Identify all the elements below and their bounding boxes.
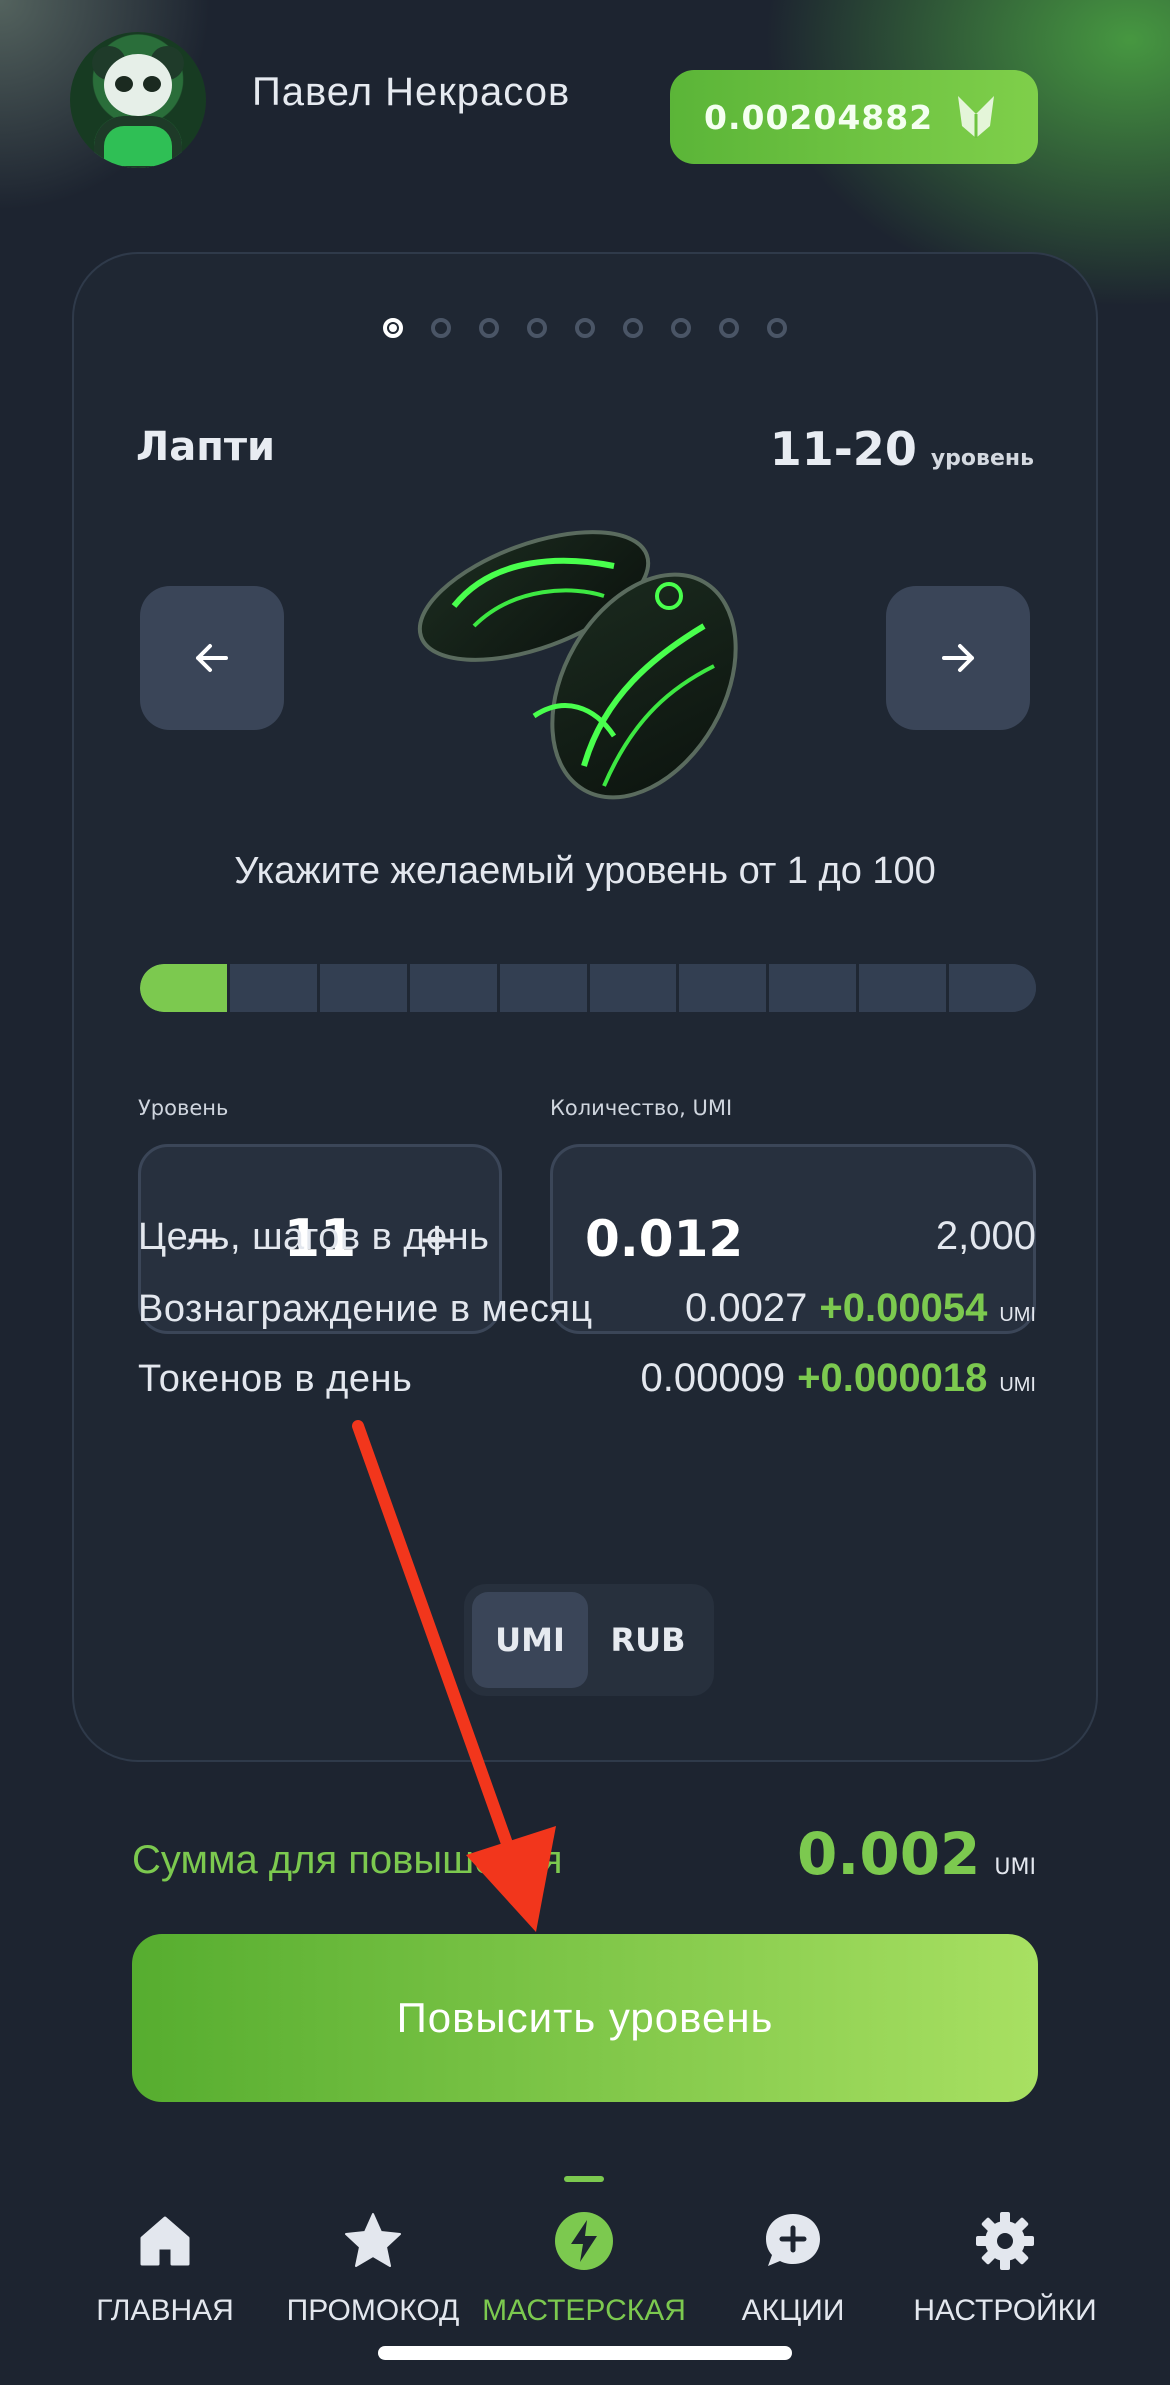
- stat-tokens-bonus: +0.000018: [797, 1356, 988, 1400]
- avatar-eye-right: [143, 76, 161, 92]
- star-icon: [345, 2213, 401, 2267]
- app-screen: Павел Некрасов 0.00204882 Лапти 11-20 ур…: [0, 0, 1170, 2385]
- quantity-field-label: Количество, UMI: [550, 1096, 733, 1120]
- pagination-dot[interactable]: [623, 318, 643, 338]
- pagination-dot[interactable]: [671, 318, 691, 338]
- nav-item-workshop[interactable]: МАСТЕРСКАЯ: [479, 2210, 689, 2328]
- currency-toggle: UMI RUB: [464, 1584, 714, 1696]
- level-range-value: 11-20: [769, 422, 917, 476]
- level-field-label: Уровень: [138, 1096, 229, 1120]
- pagination-dot[interactable]: [575, 318, 595, 338]
- home-indicator[interactable]: [378, 2346, 792, 2360]
- level-bar-segment[interactable]: [229, 964, 320, 1012]
- stat-monthly: Вознаграждение в месяц 0.0027 +0.00054 U…: [138, 1286, 1036, 1331]
- arrow-left-icon: [196, 644, 228, 672]
- level-bar-segment[interactable]: [409, 964, 500, 1012]
- item-image-lapti: [417, 530, 738, 800]
- upgrade-level-button[interactable]: Повысить уровень: [132, 1934, 1038, 2102]
- balance-pill[interactable]: 0.00204882: [670, 70, 1038, 164]
- currency-rub-button[interactable]: RUB: [598, 1592, 698, 1688]
- item-name: Лапти: [136, 424, 276, 470]
- pagination-dot[interactable]: [383, 318, 403, 338]
- stat-tokens-value-wrap: 0.00009 +0.000018 UMI: [641, 1356, 1036, 1401]
- stat-tokens-unit: UMI: [999, 1374, 1036, 1396]
- stat-tokens-value: 0.00009: [640, 1356, 786, 1400]
- level-bar-segment[interactable]: [499, 964, 590, 1012]
- pagination-dot[interactable]: [527, 318, 547, 338]
- arrow-right-icon: [942, 644, 974, 672]
- prev-item-button[interactable]: [140, 586, 284, 730]
- upgrade-sum-value: 0.002: [796, 1820, 981, 1888]
- username: Павел Некрасов: [252, 70, 571, 114]
- home-icon: [140, 2216, 190, 2266]
- pagination-dot[interactable]: [719, 318, 739, 338]
- nav-label-promotions: АКЦИИ: [741, 2294, 845, 2327]
- nav-label-settings: НАСТРОЙКИ: [913, 2294, 1097, 2327]
- pagination-dot[interactable]: [479, 318, 499, 338]
- upgrade-sum-unit: UMI: [994, 1855, 1036, 1880]
- level-bar-segment[interactable]: [859, 964, 950, 1012]
- avatar-body: [94, 116, 182, 168]
- stat-tokens-label: Токенов в день: [138, 1358, 413, 1400]
- nav-label-workshop: МАСТЕРСКАЯ: [482, 2294, 686, 2327]
- balance-amount: 0.00204882: [704, 97, 934, 137]
- chat-plus-icon: [766, 2214, 820, 2266]
- nav-label-promo: ПРОМОКОД: [286, 2294, 460, 2327]
- level-bar-segment[interactable]: [319, 964, 410, 1012]
- next-item-button[interactable]: [886, 586, 1030, 730]
- stat-steps-label: Цель, шагов в день: [138, 1216, 490, 1258]
- level-range: 11-20 уровень: [770, 422, 1034, 476]
- nav-label-home: ГЛАВНАЯ: [96, 2294, 234, 2327]
- nav-item-settings[interactable]: НАСТРОЙКИ: [900, 2210, 1110, 2328]
- user-avatar[interactable]: [70, 32, 206, 168]
- carousel-pagination[interactable]: [74, 318, 1096, 338]
- nav-item-promo[interactable]: ПРОМОКОД: [268, 2210, 478, 2328]
- umi-logo-icon: [958, 96, 994, 138]
- nav-active-indicator: [564, 2176, 604, 2182]
- gear-icon: [976, 2212, 1034, 2270]
- stat-steps-value: 2,000: [935, 1214, 1036, 1258]
- nav-item-home[interactable]: ГЛАВНАЯ: [60, 2210, 270, 2328]
- upgrade-sum: 0.002 UMI: [797, 1820, 1036, 1888]
- lightning-icon: [555, 2212, 613, 2270]
- level-bar-segment[interactable]: [769, 964, 860, 1012]
- level-bar-segment[interactable]: [140, 964, 230, 1012]
- stat-monthly-bonus: +0.00054: [819, 1286, 988, 1330]
- stat-steps: Цель, шагов в день 2,000: [138, 1214, 1036, 1259]
- level-progress-bar[interactable]: [140, 964, 1036, 1012]
- pagination-dot[interactable]: [767, 318, 787, 338]
- stat-steps-value-wrap: 2,000: [936, 1214, 1036, 1259]
- level-bar-segment[interactable]: [679, 964, 770, 1012]
- level-bar-segment[interactable]: [589, 964, 680, 1012]
- stat-monthly-value-wrap: 0.0027 +0.00054 UMI: [685, 1286, 1036, 1331]
- stat-monthly-unit: UMI: [999, 1304, 1036, 1326]
- level-range-unit: уровень: [930, 446, 1034, 471]
- pagination-dot[interactable]: [431, 318, 451, 338]
- stat-monthly-value: 0.0027: [685, 1286, 808, 1330]
- level-hint: Укажите желаемый уровень от 1 до 100: [234, 850, 936, 892]
- avatar-eye-left: [115, 76, 133, 92]
- upgrade-sum-label: Сумма для повышения: [132, 1838, 563, 1882]
- stat-monthly-label: Вознаграждение в месяц: [138, 1288, 593, 1330]
- nav-item-promotions[interactable]: АКЦИИ: [688, 2210, 898, 2328]
- currency-umi-button[interactable]: UMI: [472, 1592, 588, 1688]
- item-card: Лапти 11-20 уровень Укажите желаемый уро…: [72, 252, 1098, 1762]
- level-bar-segment[interactable]: [949, 964, 1036, 1012]
- stat-tokens: Токенов в день 0.00009 +0.000018 UMI: [138, 1356, 1036, 1401]
